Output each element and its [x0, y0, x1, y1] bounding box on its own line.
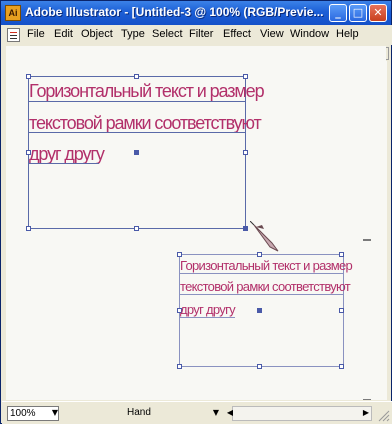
artboard-corner-mark-bottom: [363, 391, 371, 400]
frame2-handle-bc[interactable]: [257, 364, 262, 369]
current-tool-label: Hand: [127, 407, 151, 418]
maximize-button[interactable]: □: [349, 4, 367, 22]
artboard-corner-mark: [363, 231, 371, 241]
frame2-handle-br[interactable]: [339, 364, 344, 369]
frame2-text-line-3: друг другу: [180, 302, 236, 317]
frame2-handle-tc[interactable]: [257, 252, 262, 257]
frame1-baseline-2: [29, 132, 245, 133]
menu-filter[interactable]: Filter: [189, 28, 213, 40]
minimize-button[interactable]: _: [329, 4, 347, 22]
frame2-handle-tl[interactable]: [177, 252, 182, 257]
title-bar[interactable]: Ai Adobe Illustrator - [Untitled-3 @ 100…: [1, 1, 391, 25]
frame1-handle-br[interactable]: [243, 226, 248, 231]
frame2-baseline-2: [180, 294, 343, 295]
frame1-baseline-3: [29, 163, 99, 164]
window-title: Adobe Illustrator - [Untitled-3 @ 100% (…: [25, 5, 324, 19]
frame1-handle-tr[interactable]: [243, 74, 248, 79]
app-window: Ai Adobe Illustrator - [Untitled-3 @ 100…: [0, 0, 392, 424]
status-dropdown-arrow-icon[interactable]: ▼: [210, 406, 222, 420]
resize-grip-icon[interactable]: [378, 410, 390, 422]
menu-file[interactable]: File: [27, 28, 45, 40]
menu-window[interactable]: Window: [290, 28, 329, 40]
frame2-center-point: [257, 308, 262, 313]
frame2-handle-tr[interactable]: [339, 252, 344, 257]
menu-edit[interactable]: Edit: [54, 28, 73, 40]
frame1-text-line-1: Горизонтальный текст и размер: [29, 81, 265, 101]
frame1-text-line-3: друг другу: [29, 144, 105, 164]
frame2-baseline-1: [180, 273, 343, 274]
frame1-handle-bc[interactable]: [134, 226, 139, 231]
menu-help[interactable]: Help: [336, 28, 359, 40]
menu-view[interactable]: View: [260, 28, 284, 40]
menu-select[interactable]: Select: [152, 28, 183, 40]
frame1-text-line-2: текстовой рамки соответствуют: [29, 113, 262, 133]
zoom-dropdown-arrow-icon[interactable]: ▼: [49, 406, 61, 420]
frame2-handle-mr[interactable]: [339, 308, 344, 313]
frame2-text-line-1: Горизонтальный текст и размер: [180, 258, 353, 273]
zoom-level-value: 100%: [10, 408, 36, 419]
frame1-handle-bl[interactable]: [26, 226, 31, 231]
artboard-canvas[interactable]: Горизонтальный текст и размер текстовой …: [6, 61, 371, 400]
frame1-handle-tc[interactable]: [134, 74, 139, 79]
hand-cursor-icon: [250, 221, 279, 252]
top-ruler-area: [6, 46, 386, 62]
frame1-baseline-1: [29, 101, 245, 102]
frame2-text-line-2: текстовой рамки соответствуют: [180, 279, 351, 294]
frame2-handle-bl[interactable]: [177, 364, 182, 369]
status-bar: 100% ▼ Hand ▼ ◀ ▶: [2, 401, 392, 424]
frame1-handle-mr[interactable]: [243, 150, 248, 155]
scroll-right-arrow-icon[interactable]: ▶: [360, 406, 372, 420]
menu-object[interactable]: Object: [81, 28, 113, 40]
close-button[interactable]: ✕: [369, 4, 387, 22]
frame1-center-point: [134, 150, 139, 155]
frame1-handle-tl[interactable]: [26, 74, 31, 79]
vertical-scrollbar[interactable]: [371, 61, 387, 400]
menu-effect[interactable]: Effect: [223, 28, 251, 40]
menu-bar: File Edit Object Type Select Filter Effe…: [2, 25, 392, 45]
horizontal-scrollbar[interactable]: [232, 406, 372, 421]
scroll-left-arrow-icon[interactable]: ◀: [224, 406, 236, 420]
document-menu-icon[interactable]: [7, 28, 20, 42]
menu-type[interactable]: Type: [121, 28, 145, 40]
frame2-baseline-3: [180, 317, 235, 318]
illustrator-app-icon[interactable]: Ai: [5, 5, 21, 21]
